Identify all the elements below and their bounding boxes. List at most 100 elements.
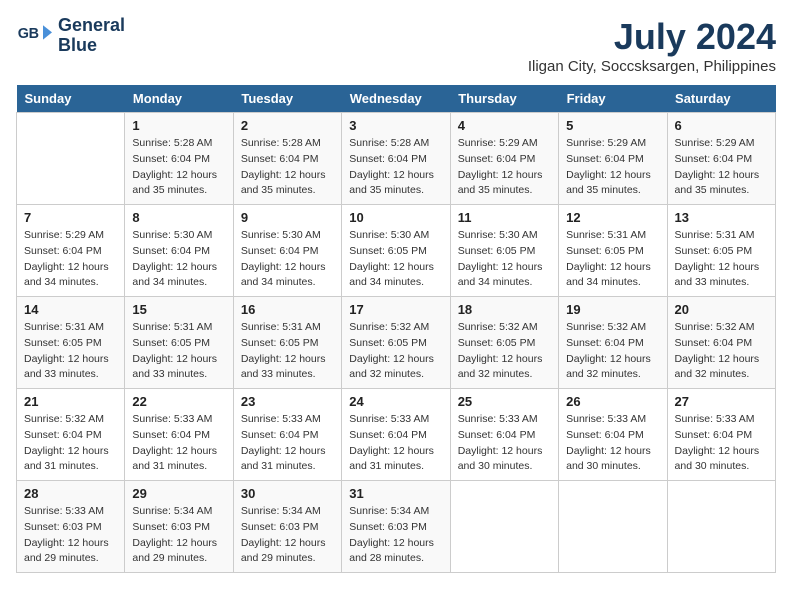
logo-line2: Blue (58, 36, 125, 56)
day-info: Sunrise: 5:29 AMSunset: 6:04 PMDaylight:… (458, 136, 551, 199)
day-info: Sunrise: 5:28 AMSunset: 6:04 PMDaylight:… (349, 136, 442, 199)
day-info: Sunrise: 5:34 AMSunset: 6:03 PMDaylight:… (241, 504, 334, 567)
calendar-cell: 31 Sunrise: 5:34 AMSunset: 6:03 PMDayligh… (342, 481, 450, 573)
calendar-cell (450, 481, 558, 573)
calendar-cell: 19Sunrise: 5:32 AMSunset: 6:04 PMDayligh… (559, 297, 667, 389)
calendar-cell: 1Sunrise: 5:28 AMSunset: 6:04 PMDaylight… (125, 113, 233, 205)
day-info: Sunrise: 5:31 AMSunset: 6:05 PMDaylight:… (241, 320, 334, 383)
svg-text:B: B (29, 26, 39, 42)
day-number: 7 (24, 210, 117, 225)
day-number: 19 (566, 302, 659, 317)
day-number: 30 (241, 486, 334, 501)
page-header: G B General Blue July 2024 Iligan City, … (16, 16, 776, 75)
calendar-cell: 5Sunrise: 5:29 AMSunset: 6:04 PMDaylight… (559, 113, 667, 205)
day-number: 8 (132, 210, 225, 225)
calendar-cell: 16 Sunrise: 5:31 AMSunset: 6:05 PMDayligh… (233, 297, 341, 389)
day-info: Sunrise: 5:30 AMSunset: 6:04 PMDaylight:… (132, 228, 225, 291)
day-info: Sunrise: 5:33 AMSunset: 6:04 PMDaylight:… (132, 412, 225, 475)
day-number: 22 (132, 394, 225, 409)
calendar-cell: 21 Sunrise: 5:32 AMSunset: 6:04 PMDayligh… (17, 389, 125, 481)
day-number: 28 (24, 486, 117, 501)
logo: G B General Blue (16, 16, 125, 56)
day-number: 12 (566, 210, 659, 225)
day-info: Sunrise: 5:34 AMSunset: 6:03 PMDaylight:… (132, 504, 225, 567)
day-info: Sunrise: 5:31 AMSunset: 6:05 PMDaylight:… (566, 228, 659, 291)
calendar-cell: 22 Sunrise: 5:33 AMSunset: 6:04 PMDayligh… (125, 389, 233, 481)
calendar-cell: 11Sunrise: 5:30 AMSunset: 6:05 PMDayligh… (450, 205, 558, 297)
day-info: Sunrise: 5:33 AMSunset: 6:04 PMDaylight:… (458, 412, 551, 475)
main-title: July 2024 (528, 16, 776, 58)
calendar-cell: 23Sunrise: 5:33 AMSunset: 6:04 PMDayligh… (233, 389, 341, 481)
day-number: 13 (675, 210, 768, 225)
logo-icon: G B (16, 18, 52, 54)
day-info: Sunrise: 5:31 AMSunset: 6:05 PMDaylight:… (675, 228, 768, 291)
day-info: Sunrise: 5:30 AMSunset: 6:05 PMDaylight:… (349, 228, 442, 291)
calendar-cell: 2 Sunrise: 5:28 AMSunset: 6:04 PMDaylight… (233, 113, 341, 205)
day-info: Sunrise: 5:31 AMSunset: 6:05 PMDaylight:… (132, 320, 225, 383)
calendar-cell: 12 Sunrise: 5:31 AMSunset: 6:05 PMDayligh… (559, 205, 667, 297)
calendar-cell: 28 Sunrise: 5:33 AMSunset: 6:03 PMDayligh… (17, 481, 125, 573)
day-info: Sunrise: 5:32 AMSunset: 6:05 PMDaylight:… (458, 320, 551, 383)
svg-text:G: G (18, 26, 29, 42)
header-sunday: Sunday (17, 85, 125, 113)
calendar-cell: 8 Sunrise: 5:30 AMSunset: 6:04 PMDaylight… (125, 205, 233, 297)
day-number: 31 (349, 486, 442, 501)
day-info: Sunrise: 5:32 AMSunset: 6:04 PMDaylight:… (675, 320, 768, 383)
logo-text: General Blue (58, 16, 125, 56)
header-friday: Friday (559, 85, 667, 113)
header-saturday: Saturday (667, 85, 775, 113)
calendar-cell: 10 Sunrise: 5:30 AMSunset: 6:05 PMDayligh… (342, 205, 450, 297)
day-number: 16 (241, 302, 334, 317)
header-tuesday: Tuesday (233, 85, 341, 113)
day-info: Sunrise: 5:33 AMSunset: 6:04 PMDaylight:… (675, 412, 768, 475)
day-number: 18 (458, 302, 551, 317)
day-number: 10 (349, 210, 442, 225)
day-info: Sunrise: 5:30 AMSunset: 6:05 PMDaylight:… (458, 228, 551, 291)
week-row-3: 14Sunrise: 5:31 AMSunset: 6:05 PMDayligh… (17, 297, 776, 389)
day-info: Sunrise: 5:33 AMSunset: 6:04 PMDaylight:… (349, 412, 442, 475)
day-number: 17 (349, 302, 442, 317)
day-info: Sunrise: 5:32 AMSunset: 6:04 PMDaylight:… (24, 412, 117, 475)
calendar-cell: 6 Sunrise: 5:29 AMSunset: 6:04 PMDaylight… (667, 113, 775, 205)
day-info: Sunrise: 5:33 AMSunset: 6:03 PMDaylight:… (24, 504, 117, 567)
calendar-cell (17, 113, 125, 205)
day-number: 2 (241, 118, 334, 133)
calendar-cell: 13 Sunrise: 5:31 AMSunset: 6:05 PMDayligh… (667, 205, 775, 297)
day-info: Sunrise: 5:29 AMSunset: 6:04 PMDaylight:… (24, 228, 117, 291)
day-info: Sunrise: 5:33 AMSunset: 6:04 PMDaylight:… (241, 412, 334, 475)
day-number: 6 (675, 118, 768, 133)
week-row-4: 21 Sunrise: 5:32 AMSunset: 6:04 PMDayligh… (17, 389, 776, 481)
day-number: 26 (566, 394, 659, 409)
day-info: Sunrise: 5:28 AMSunset: 6:04 PMDaylight:… (241, 136, 334, 199)
day-info: Sunrise: 5:33 AMSunset: 6:04 PMDaylight:… (566, 412, 659, 475)
subtitle: Iligan City, Soccsksargen, Philippines (528, 58, 776, 75)
day-number: 5 (566, 118, 659, 133)
calendar-cell: 26 Sunrise: 5:33 AMSunset: 6:04 PMDayligh… (559, 389, 667, 481)
week-row-2: 7 Sunrise: 5:29 AMSunset: 6:04 PMDaylight… (17, 205, 776, 297)
day-number: 24 (349, 394, 442, 409)
calendar-cell: 15Sunrise: 5:31 AMSunset: 6:05 PMDayligh… (125, 297, 233, 389)
calendar-cell: 7 Sunrise: 5:29 AMSunset: 6:04 PMDaylight… (17, 205, 125, 297)
day-number: 1 (132, 118, 225, 133)
calendar-cell: 24 Sunrise: 5:33 AMSunset: 6:04 PMDayligh… (342, 389, 450, 481)
calendar-cell: 27Sunrise: 5:33 AMSunset: 6:04 PMDayligh… (667, 389, 775, 481)
day-info: Sunrise: 5:29 AMSunset: 6:04 PMDaylight:… (675, 136, 768, 199)
day-number: 25 (458, 394, 551, 409)
day-info: Sunrise: 5:31 AMSunset: 6:05 PMDaylight:… (24, 320, 117, 383)
day-number: 20 (675, 302, 768, 317)
day-number: 21 (24, 394, 117, 409)
calendar-cell (667, 481, 775, 573)
header-thursday: Thursday (450, 85, 558, 113)
logo-line1: General (58, 16, 125, 36)
day-info: Sunrise: 5:30 AMSunset: 6:04 PMDaylight:… (241, 228, 334, 291)
calendar-table: SundayMondayTuesdayWednesdayThursdayFrid… (16, 85, 776, 573)
calendar-cell (559, 481, 667, 573)
day-info: Sunrise: 5:34 AMSunset: 6:03 PMDaylight:… (349, 504, 442, 567)
calendar-cell: 9Sunrise: 5:30 AMSunset: 6:04 PMDaylight… (233, 205, 341, 297)
title-block: July 2024 Iligan City, Soccsksargen, Phi… (528, 16, 776, 75)
calendar-cell: 25 Sunrise: 5:33 AMSunset: 6:04 PMDayligh… (450, 389, 558, 481)
week-row-1: 1 Sunrise: 5:28 AMSunset: 6:04 PMDaylight… (17, 113, 776, 205)
calendar-cell: 17 Sunrise: 5:32 AMSunset: 6:05 PMDayligh… (342, 297, 450, 389)
day-info: Sunrise: 5:32 AMSunset: 6:05 PMDaylight:… (349, 320, 442, 383)
day-number: 29 (132, 486, 225, 501)
